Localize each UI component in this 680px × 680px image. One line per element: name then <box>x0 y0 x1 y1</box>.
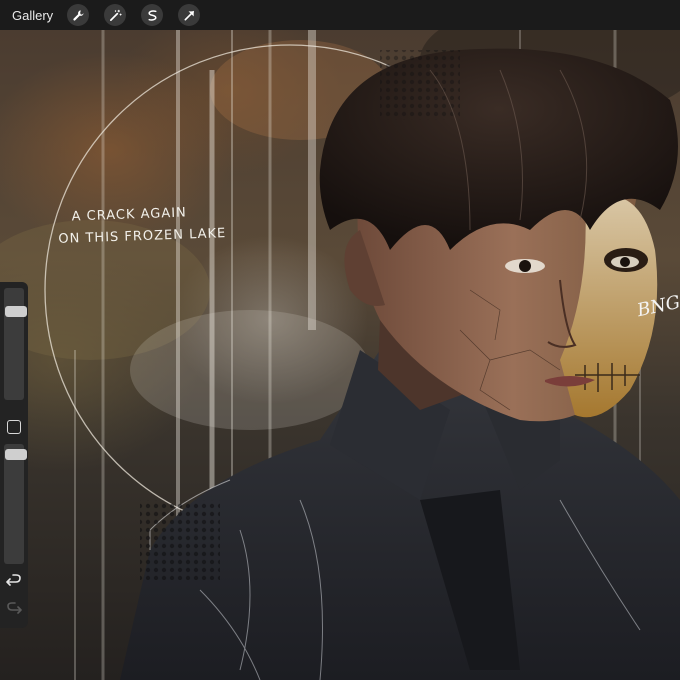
redo-icon[interactable] <box>6 602 22 616</box>
actions-button[interactable] <box>67 4 90 26</box>
drawing-canvas[interactable]: A CRACK AGAIN ON THIS FROZEN LAKE BNG <box>0 30 680 680</box>
transform-button[interactable] <box>178 4 201 26</box>
selection-icon <box>148 9 157 21</box>
brush-size-slider-thumb[interactable] <box>5 306 27 318</box>
selection-button[interactable] <box>141 4 164 26</box>
left-sidebar <box>0 282 28 628</box>
arrow-icon <box>184 10 194 21</box>
top-toolbar: Gallery <box>0 0 680 30</box>
wrench-icon <box>73 9 84 21</box>
quote-line-1: A CRACK AGAIN <box>71 205 188 225</box>
gallery-button[interactable]: Gallery <box>12 8 53 23</box>
opacity-slider[interactable] <box>4 444 27 564</box>
artwork-quote: A CRACK AGAIN ON THIS FROZEN LAKE <box>57 201 226 251</box>
undo-icon[interactable] <box>6 574 22 588</box>
adjustments-button[interactable] <box>104 4 127 26</box>
opacity-slider-thumb[interactable] <box>5 449 27 461</box>
modify-button[interactable] <box>7 420 21 434</box>
brush-size-slider[interactable] <box>4 288 27 400</box>
quote-line-2: ON THIS FROZEN LAKE <box>58 226 227 247</box>
artwork-illustration <box>0 30 680 680</box>
magic-wand-icon <box>109 9 122 21</box>
